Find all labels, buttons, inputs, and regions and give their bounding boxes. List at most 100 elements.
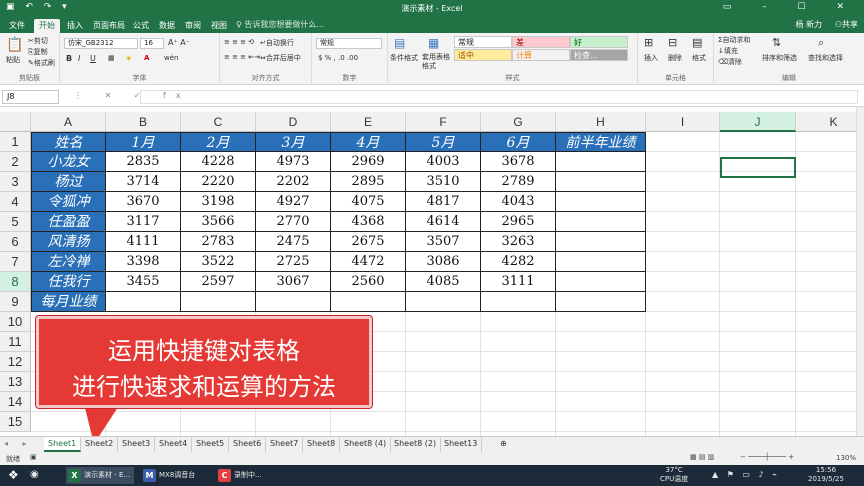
row-name-cell[interactable]: 令狐冲 bbox=[31, 192, 106, 212]
font-size-dropdown[interactable]: 16 bbox=[140, 38, 164, 49]
row-header-1[interactable]: 1 bbox=[0, 132, 31, 152]
number-format-icons[interactable]: $ % , .0 .00 bbox=[318, 54, 358, 62]
borders-icon[interactable]: ▦ bbox=[108, 54, 115, 62]
table-header-cell[interactable]: 前半年业绩 bbox=[556, 132, 646, 152]
value-cell[interactable]: 2202 bbox=[256, 172, 331, 192]
paste-icon[interactable]: 📋 bbox=[6, 37, 23, 53]
value-cell[interactable]: 4472 bbox=[331, 252, 406, 272]
paste-button[interactable]: 粘贴 bbox=[6, 55, 20, 65]
conditional-format-button[interactable]: 条件格式 bbox=[390, 53, 418, 63]
monthly-total-cell[interactable] bbox=[181, 292, 256, 312]
view-mode-icons[interactable]: ▦ ▤ ▥ bbox=[690, 453, 714, 461]
row-header-4[interactable]: 4 bbox=[0, 192, 31, 212]
sort-filter-button[interactable]: 排序和筛选 bbox=[762, 53, 797, 63]
fill-button[interactable]: ↓填充 bbox=[718, 46, 738, 56]
sheet-tab[interactable]: Sheet2 bbox=[81, 437, 119, 452]
column-header-f[interactable]: F bbox=[406, 112, 481, 132]
row-name-cell[interactable]: 左冷禅 bbox=[31, 252, 106, 272]
value-cell[interactable]: 3714 bbox=[106, 172, 181, 192]
row-name-cell[interactable]: 杨过 bbox=[31, 172, 106, 192]
system-tray-icons[interactable]: ▲ ⚑ ▭ ♪ ⌁ bbox=[712, 470, 780, 479]
find-select-icon[interactable]: ⌕ bbox=[818, 36, 824, 50]
delete-cells-button[interactable]: 删除 bbox=[668, 53, 682, 63]
value-cell[interactable]: 4228 bbox=[181, 152, 256, 172]
value-cell[interactable]: 3198 bbox=[181, 192, 256, 212]
value-cell[interactable]: 4003 bbox=[406, 152, 481, 172]
value-cell[interactable]: 2770 bbox=[256, 212, 331, 232]
font-color-icon[interactable]: A bbox=[144, 54, 149, 62]
pinned-apps-icon[interactable]: ◉ bbox=[30, 469, 39, 480]
table-format-button[interactable]: 套用表格格式 bbox=[422, 53, 450, 71]
phonetic-icon[interactable]: wén bbox=[164, 54, 178, 62]
sheet-tab[interactable]: Sheet7 bbox=[266, 437, 304, 452]
column-header-h[interactable]: H bbox=[556, 112, 646, 132]
conditional-format-icon[interactable]: ▤ bbox=[394, 36, 405, 50]
value-cell[interactable]: 4614 bbox=[406, 212, 481, 232]
tell-me-search[interactable]: ♀ 告诉我您想要做什么... bbox=[236, 19, 324, 30]
table-header-cell[interactable]: 6月 bbox=[481, 132, 556, 152]
half-year-total-cell[interactable] bbox=[556, 152, 646, 172]
row-name-cell[interactable]: 小龙女 bbox=[31, 152, 106, 172]
row-name-cell[interactable]: 风清扬 bbox=[31, 232, 106, 252]
row-header-10[interactable]: 10 bbox=[0, 312, 31, 332]
select-all-corner[interactable] bbox=[0, 112, 31, 132]
value-cell[interactable]: 3566 bbox=[181, 212, 256, 232]
tab-data[interactable]: 数据 bbox=[154, 19, 180, 33]
table-header-cell[interactable]: 4月 bbox=[331, 132, 406, 152]
value-cell[interactable]: 3067 bbox=[256, 272, 331, 292]
sheet-tab[interactable]: Sheet4 bbox=[155, 437, 193, 452]
user-name[interactable]: 杨 新力 bbox=[795, 19, 822, 30]
value-cell[interactable]: 3510 bbox=[406, 172, 481, 192]
tab-insert[interactable]: 插入 bbox=[62, 19, 88, 33]
column-header-i[interactable]: I bbox=[646, 112, 720, 132]
value-cell[interactable]: 2597 bbox=[181, 272, 256, 292]
half-year-total-cell[interactable] bbox=[556, 192, 646, 212]
value-cell[interactable]: 4368 bbox=[331, 212, 406, 232]
row-header-7[interactable]: 7 bbox=[0, 252, 31, 272]
style-good[interactable]: 好 bbox=[570, 36, 628, 48]
value-cell[interactable]: 3522 bbox=[181, 252, 256, 272]
font-name-dropdown[interactable]: 仿宋_GB2312 bbox=[64, 38, 138, 49]
value-cell[interactable]: 4085 bbox=[406, 272, 481, 292]
vertical-scrollbar[interactable] bbox=[856, 107, 864, 436]
value-cell[interactable]: 2969 bbox=[331, 152, 406, 172]
value-cell[interactable]: 2220 bbox=[181, 172, 256, 192]
tab-file[interactable]: 文件 bbox=[4, 19, 30, 33]
sheet-tab[interactable]: Sheet8 bbox=[303, 437, 341, 452]
column-header-a[interactable]: A bbox=[31, 112, 106, 132]
taskbar-item[interactable]: X 演示素材 - E... bbox=[66, 467, 135, 484]
value-cell[interactable]: 3455 bbox=[106, 272, 181, 292]
zoom-level[interactable]: 130% bbox=[836, 454, 856, 462]
window-controls[interactable]: ▭ – ☐ ✕ bbox=[723, 2, 858, 12]
value-cell[interactable]: 3398 bbox=[106, 252, 181, 272]
style-neutral[interactable]: 适中 bbox=[454, 49, 512, 61]
monthly-total-cell[interactable] bbox=[556, 292, 646, 312]
value-cell[interactable]: 3263 bbox=[481, 232, 556, 252]
monthly-total-cell[interactable] bbox=[256, 292, 331, 312]
style-calculation[interactable]: 计算 bbox=[512, 49, 570, 61]
monthly-total-cell[interactable] bbox=[406, 292, 481, 312]
tab-view[interactable]: 视图 bbox=[206, 19, 232, 33]
value-cell[interactable]: 4927 bbox=[256, 192, 331, 212]
value-cell[interactable]: 4043 bbox=[481, 192, 556, 212]
merge-center-button[interactable]: ⇔合并后居中 bbox=[260, 53, 301, 63]
macro-record-icon[interactable]: ▣ bbox=[30, 453, 37, 461]
monthly-total-cell[interactable] bbox=[106, 292, 181, 312]
column-header-c[interactable]: C bbox=[181, 112, 256, 132]
value-cell[interactable]: 2965 bbox=[481, 212, 556, 232]
value-cell[interactable]: 2783 bbox=[181, 232, 256, 252]
name-box[interactable]: J8 bbox=[2, 90, 59, 104]
style-bad[interactable]: 差 bbox=[512, 36, 570, 48]
tab-page-layout[interactable]: 页面布局 bbox=[88, 19, 130, 33]
table-header-cell[interactable]: 2月 bbox=[181, 132, 256, 152]
sheet-tab[interactable]: Sheet8 (2) bbox=[390, 437, 442, 452]
sheet-tab[interactable]: Sheet13 bbox=[440, 437, 483, 452]
taskbar-item[interactable]: M MX8调音台 bbox=[141, 467, 199, 484]
row-header-11[interactable]: 11 bbox=[0, 332, 31, 352]
style-normal[interactable]: 常规 bbox=[454, 36, 512, 48]
half-year-total-cell[interactable] bbox=[556, 272, 646, 292]
zoom-slider[interactable]: − ────┼──── + bbox=[740, 453, 794, 461]
format-cells-button[interactable]: 格式 bbox=[692, 53, 706, 63]
table-header-cell[interactable]: 姓名 bbox=[31, 132, 106, 152]
cut-button[interactable]: ✂剪切 bbox=[28, 36, 48, 46]
